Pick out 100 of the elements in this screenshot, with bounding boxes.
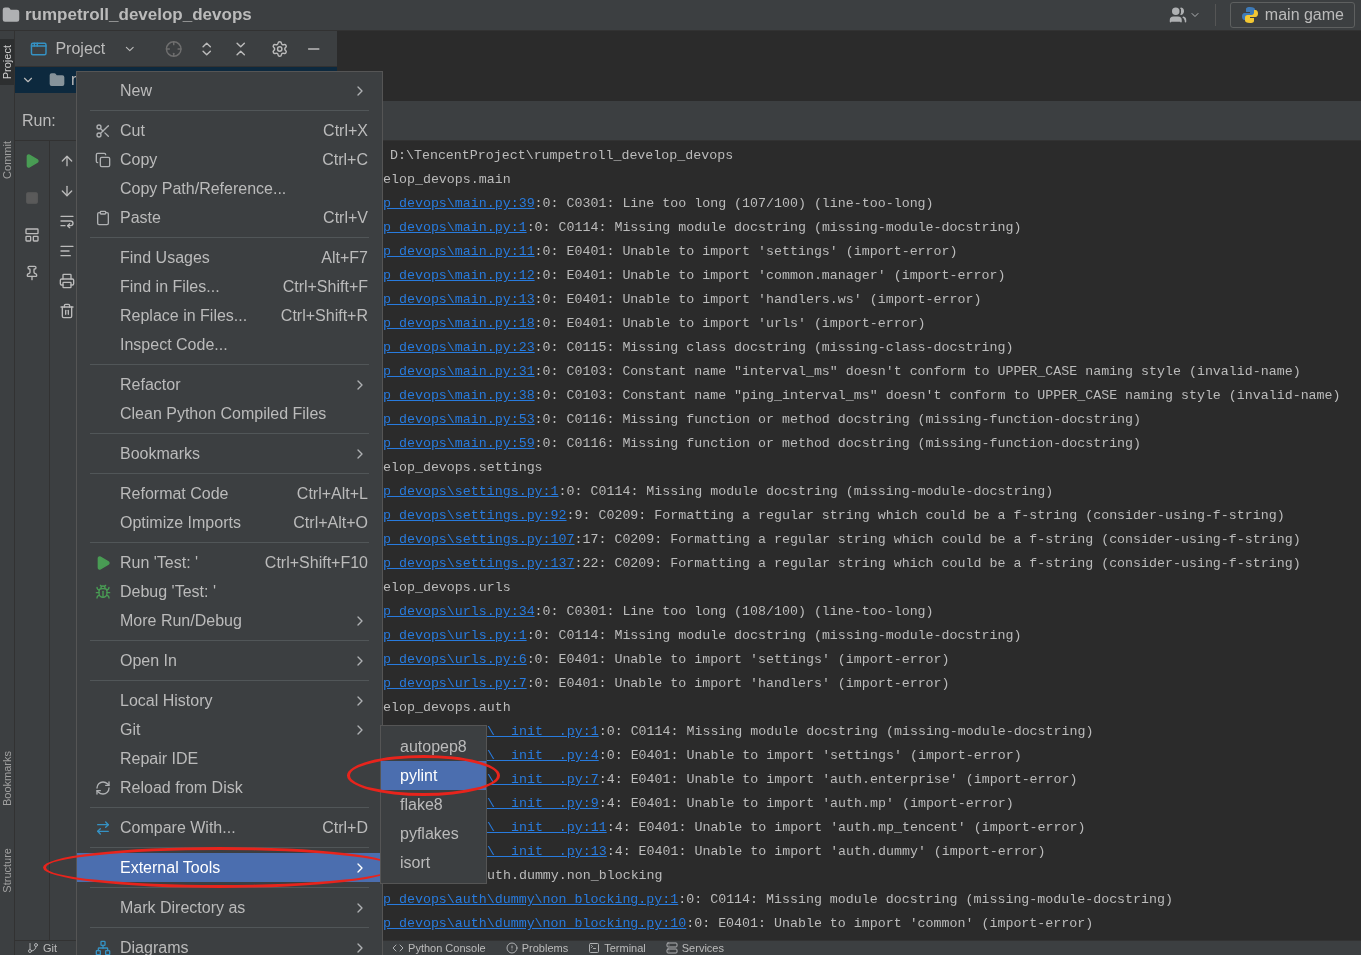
console-text: :0: E0401: Unable to import 'handlers' (import-error)	[526, 675, 950, 694]
bottom-tab[interactable]: Services	[665, 941, 724, 955]
tool-window-tab[interactable]: Project	[0, 39, 14, 86]
warning-icon	[505, 942, 518, 954]
file-link[interactable]: p_devops\main.py:23	[383, 338, 535, 358]
console-text: :0: C0301: Line too long (108/100) (line-too-long)	[534, 603, 934, 622]
console-text: :0: C0114: Missing module docstring (missing-module-docstring)	[526, 219, 1022, 238]
run-config-selector[interactable]: main game	[1229, 2, 1355, 28]
file-link[interactable]: p_devops\main.py:12	[383, 266, 535, 286]
file-link[interactable]: p_devops\urls.py:6	[383, 650, 527, 670]
trash-icon[interactable]	[59, 303, 75, 319]
file-link[interactable]: \__init__.py:1	[487, 722, 599, 742]
scissors-icon	[94, 122, 111, 139]
menu-item[interactable]: External Tools	[77, 853, 382, 882]
account-button[interactable]	[1168, 6, 1201, 24]
file-link[interactable]: p_devops\main.py:59	[383, 434, 535, 454]
file-link[interactable]: p_devops\settings.py:1	[383, 482, 559, 502]
pin-icon[interactable]	[24, 265, 40, 281]
menu-item[interactable]: Find Usages Alt+F7	[77, 243, 382, 272]
menu-item[interactable]: Optimize Imports Ctrl+Alt+O	[77, 508, 382, 537]
file-link[interactable]: p_devops\auth\dummy\non_blocking.py:10	[383, 914, 687, 934]
bottom-tab[interactable]: Problems	[505, 941, 569, 955]
console-text: :0: E0401: Unable to import 'settings' (import-error)	[526, 651, 950, 670]
menu-item[interactable]: Debug 'Test: '	[77, 577, 382, 606]
console-text: :0: C0116: Missing function or method docstring (missing-function-docstring)	[534, 435, 1142, 454]
panel-icon	[30, 39, 48, 58]
menu-item[interactable]: Local History	[77, 686, 382, 715]
menu-item[interactable]: New	[77, 76, 382, 105]
menu-item[interactable]: Bookmarks	[77, 439, 382, 468]
file-link[interactable]: p_devops\main.py:38	[383, 386, 535, 406]
menu-item[interactable]: pyflakes	[381, 819, 486, 848]
menu-item[interactable]: More Run/Debug	[77, 606, 382, 635]
menu-item[interactable]: Reload from Disk	[77, 773, 382, 802]
file-link[interactable]: \__init__.py:9	[487, 794, 599, 814]
menu-item[interactable]: Cut Ctrl+X	[77, 116, 382, 145]
file-link[interactable]: p_devops\urls.py:1	[383, 626, 527, 646]
file-link[interactable]: p_devops\urls.py:34	[383, 602, 535, 622]
menu-item[interactable]: Paste Ctrl+V	[77, 203, 382, 232]
tree-label: r	[71, 70, 77, 90]
console-text: :0: C0103: Constant name "ping_interval_ms" doesn't conform to UPPER_CASE naming style (invalid-name)	[534, 387, 1341, 406]
file-link[interactable]: p_devops\settings.py:107	[383, 530, 575, 550]
bottom-tab[interactable]: Python Console	[392, 941, 486, 955]
file-link[interactable]: p_devops\urls.py:7	[383, 674, 527, 694]
file-link[interactable]: p_devops\main.py:18	[383, 314, 535, 334]
file-link[interactable]: p_devops\main.py:11	[383, 242, 535, 262]
folder-icon	[2, 6, 20, 24]
project-name[interactable]: rumpetroll_develop_devops	[25, 2, 252, 28]
console-text: :0: E0401: Unable to import 'urls' (import-error)	[534, 315, 926, 334]
console-text: :0: C0114: Missing module docstring (missing-module-docstring)	[526, 627, 1022, 646]
menu-item[interactable]: Open In	[77, 646, 382, 675]
terminal-icon	[588, 942, 601, 954]
menu-item[interactable]: Copy Path/Reference...	[77, 174, 382, 203]
console-text: :9: C0209: Formatting a regular string which could be a f-string (consider-using-f-string)	[566, 507, 1285, 526]
menu-item[interactable]: Repair IDE	[77, 744, 382, 773]
menu-item[interactable]: Inspect Code...	[77, 330, 382, 359]
file-link[interactable]: p_devops\settings.py:92	[383, 506, 567, 526]
console-text: :0: E0401: Unable to import 'common.manager' (import-error)	[534, 267, 1006, 286]
tool-window-tab[interactable]: Bookmarks	[0, 745, 14, 813]
file-link[interactable]: \__init__.py:13	[487, 842, 607, 862]
settings-icon[interactable]	[271, 39, 289, 58]
branch-icon	[27, 942, 39, 954]
menu-item[interactable]: Run 'Test: ' Ctrl+Shift+F10	[77, 548, 382, 577]
bottom-tab[interactable]: Terminal	[588, 941, 646, 955]
menu-item[interactable]: Mark Directory as	[77, 893, 382, 922]
menu-item[interactable]: flake8	[381, 790, 486, 819]
console-text: uth.dummy.non_blocking	[487, 867, 663, 886]
menu-item[interactable]: Compare With... Ctrl+D	[77, 813, 382, 842]
tool-window-tab[interactable]: Structure	[0, 842, 14, 899]
layout-icon[interactable]	[24, 227, 40, 243]
file-link[interactable]: p_devops\main.py:39	[383, 194, 535, 214]
console-text: :0: C0114: Missing module docstring (missing-module-docstring)	[678, 891, 1173, 910]
file-link[interactable]: \__init__.py:4	[487, 746, 599, 766]
menu-item[interactable]: Copy Ctrl+C	[77, 145, 382, 174]
menu-item[interactable]: Refactor	[77, 370, 382, 399]
soft-wrap-icon[interactable]	[59, 213, 75, 229]
menu-item[interactable]: Replace in Files... Ctrl+Shift+R	[77, 301, 382, 330]
panel-title[interactable]: Project	[55, 36, 106, 61]
menu-item[interactable]: pylint	[381, 761, 486, 790]
console-text: :0: C0114: Missing module docstring (missing-module-docstring)	[558, 483, 1054, 502]
file-link[interactable]: p_devops\main.py:13	[383, 290, 535, 310]
run-icon[interactable]	[24, 153, 40, 169]
menu-item[interactable]: Git	[77, 715, 382, 744]
menu-item[interactable]: Diagrams	[77, 933, 382, 955]
file-link[interactable]: \__init__.py:11	[487, 818, 607, 838]
file-link[interactable]: p_devops\main.py:31	[383, 362, 535, 382]
tool-window-tab[interactable]: Commit	[0, 135, 14, 186]
console-text: :0: C0103: Constant name "interval_ms" doesn't conform to UPPER_CASE naming style (invalid-name)	[534, 363, 1301, 382]
file-link[interactable]: p_devops\main.py:53	[383, 410, 535, 430]
file-link[interactable]: p_devops\auth\dummy\non_blocking.py:1	[383, 890, 679, 910]
bottom-tab[interactable]: Git	[27, 941, 58, 955]
console-text: elop_devops.main	[383, 171, 511, 190]
console-text: elop_devops.settings	[383, 459, 543, 478]
menu-item[interactable]: isort	[381, 848, 486, 877]
file-link[interactable]: p_devops\settings.py:137	[383, 554, 575, 574]
menu-item[interactable]: Find in Files... Ctrl+Shift+F	[77, 272, 382, 301]
file-link[interactable]: p_devops\main.py:1	[383, 218, 527, 238]
console-text: :4: E0401: Unable to import 'auth.mp' (import-error)	[598, 795, 1014, 814]
print-icon[interactable]	[59, 273, 75, 289]
menu-item[interactable]: Clean Python Compiled Files	[77, 399, 382, 428]
menu-item[interactable]: Reformat Code Ctrl+Alt+L	[77, 479, 382, 508]
